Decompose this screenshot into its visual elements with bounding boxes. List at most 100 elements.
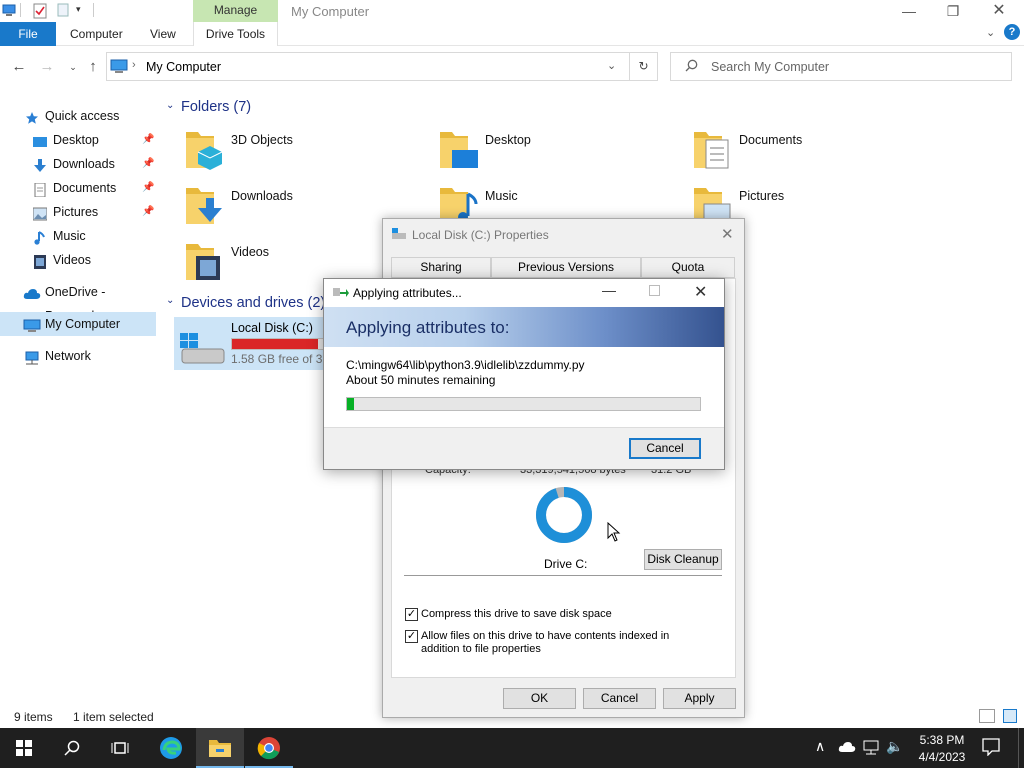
search-icon	[685, 59, 698, 75]
title-bar	[0, 0, 1024, 22]
index-checkbox[interactable]: ✓	[405, 630, 418, 643]
sidebar-item-label: My Computer	[45, 317, 121, 331]
drives-group-header[interactable]: Devices and drives (2)	[181, 295, 323, 311]
videos-folder-icon[interactable]	[184, 240, 224, 282]
folder-label: Music	[485, 189, 518, 203]
progress-fill	[347, 398, 355, 410]
sidebar-item-onedrive[interactable]: OneDrive - Personal	[0, 280, 156, 323]
drive-usage-donut	[534, 485, 594, 548]
pin-icon[interactable]: 📌	[142, 176, 154, 200]
collapse-chevron-icon[interactable]: ⌄	[166, 295, 174, 306]
disk-cleanup-button[interactable]: Disk Cleanup	[644, 549, 722, 570]
time-remaining: About 50 minutes remaining	[346, 373, 496, 387]
tab-sharing[interactable]: Sharing	[391, 257, 491, 278]
onedrive-tray-icon[interactable]	[838, 741, 856, 756]
collapse-chevron-icon[interactable]: ⌄	[166, 100, 174, 111]
selection-count: 1 item selected	[73, 710, 154, 724]
drive-usage-bar	[231, 338, 324, 350]
tab-view[interactable]: View	[150, 22, 176, 46]
index-label: Allow files on this drive to have conten…	[421, 630, 670, 655]
address-bar[interactable]: › My Computer ⌄	[106, 52, 630, 81]
windows-drive-icon	[178, 331, 226, 368]
details-view-icon[interactable]	[979, 709, 995, 723]
pin-icon[interactable]: 📌	[142, 128, 154, 152]
minimize-button[interactable]: —	[602, 282, 616, 298]
computer-icon	[110, 59, 128, 77]
sidebar-item-my-computer[interactable]: My Computer	[0, 312, 156, 336]
maximize-button[interactable]	[649, 285, 660, 296]
close-icon[interactable]: ✕	[721, 225, 734, 243]
file-explorer-icon[interactable]	[196, 728, 244, 768]
desktop-folder-icon[interactable]	[438, 128, 478, 170]
address-text: My Computer	[146, 60, 222, 74]
file-tab[interactable]: File	[0, 22, 56, 46]
tab-quota[interactable]: Quota	[641, 257, 735, 278]
sidebar-item-music[interactable]: Music	[0, 224, 156, 248]
breadcrumb-chevron-icon: ›	[132, 59, 136, 71]
ok-button[interactable]: OK	[503, 688, 576, 709]
sidebar-item-desktop[interactable]: Desktop 📌	[0, 128, 156, 152]
clock-time[interactable]: 5:38 PM	[918, 733, 966, 747]
sidebar-item-pictures[interactable]: Pictures 📌	[0, 200, 156, 224]
file-path: C:\mingw64\lib\python3.9\idlelib\zzdummy…	[346, 358, 585, 372]
folder-label: Downloads	[231, 189, 293, 203]
large-icons-view-icon[interactable]	[1003, 709, 1017, 723]
properties-icon[interactable]	[33, 3, 47, 19]
notifications-icon[interactable]	[982, 738, 1000, 759]
maximize-button[interactable]: ❐	[930, 0, 976, 22]
up-button[interactable]: ↑	[84, 58, 102, 76]
refresh-button[interactable]: ↻	[630, 52, 658, 81]
star-icon	[25, 109, 39, 124]
drive-caption: Drive C:	[544, 557, 588, 571]
start-button[interactable]	[0, 728, 48, 768]
pin-icon[interactable]: 📌	[142, 200, 154, 224]
sidebar-item-downloads[interactable]: Downloads 📌	[0, 152, 156, 176]
sidebar-item-label: Downloads	[53, 157, 115, 171]
forward-button[interactable]: →	[38, 58, 56, 76]
cancel-button[interactable]: Cancel	[629, 438, 701, 459]
network-tray-icon[interactable]	[862, 740, 880, 759]
edge-browser-icon[interactable]	[147, 728, 195, 768]
sidebar-item-label: Music	[53, 229, 86, 243]
recent-locations-icon[interactable]: ⌄	[64, 58, 82, 76]
3d-objects-icon[interactable]	[184, 128, 224, 170]
computer-icon	[23, 317, 41, 332]
search-box[interactable]: Search My Computer	[670, 52, 1012, 81]
sidebar-item-quick-access[interactable]: Quick access	[0, 104, 156, 128]
cancel-button[interactable]: Cancel	[583, 688, 656, 709]
tab-previous-versions[interactable]: Previous Versions	[491, 257, 641, 278]
pin-icon[interactable]: 📌	[142, 152, 154, 176]
customize-toolbar-icon[interactable]: ▾	[76, 4, 81, 20]
sidebar-item-label: Videos	[53, 253, 91, 267]
documents-folder-icon[interactable]	[692, 128, 732, 170]
search-icon[interactable]	[48, 728, 96, 768]
folder-label: Pictures	[739, 189, 785, 203]
expand-ribbon-icon[interactable]: ⌄	[986, 26, 995, 39]
sidebar-item-documents[interactable]: Documents 📌	[0, 176, 156, 200]
show-desktop-button[interactable]	[1018, 728, 1024, 768]
help-icon[interactable]: ?	[1004, 24, 1020, 40]
apply-button[interactable]: Apply	[663, 688, 736, 709]
back-button[interactable]: ←	[10, 58, 28, 76]
tab-drive-tools[interactable]: Drive Tools	[193, 22, 278, 46]
address-dropdown-icon[interactable]: ⌄	[607, 59, 616, 72]
sidebar-item-label: Quick access	[45, 109, 120, 123]
task-view-icon[interactable]	[96, 728, 144, 768]
chrome-browser-icon[interactable]	[245, 728, 293, 768]
sidebar-item-videos[interactable]: Videos	[0, 248, 156, 272]
minimize-button[interactable]: —	[886, 0, 932, 22]
close-button[interactable]: ✕	[976, 0, 1022, 22]
downloads-folder-icon[interactable]	[184, 184, 224, 226]
close-button[interactable]: ✕	[694, 282, 707, 302]
new-folder-icon[interactable]	[57, 3, 69, 19]
tab-computer[interactable]: Computer	[70, 22, 123, 46]
manage-tab[interactable]: Manage	[193, 0, 278, 22]
compress-checkbox[interactable]: ✓	[405, 608, 418, 621]
show-hidden-icons-icon[interactable]: ∧	[815, 738, 825, 755]
clock-date[interactable]: 4/4/2023	[918, 750, 966, 764]
volume-icon[interactable]: 🔈	[886, 738, 903, 755]
drive-label: Local Disk (C:)	[231, 321, 313, 335]
sidebar-item-network[interactable]: Network	[0, 344, 156, 368]
divider	[404, 575, 722, 576]
folders-group-header[interactable]: Folders (7)	[181, 99, 251, 115]
